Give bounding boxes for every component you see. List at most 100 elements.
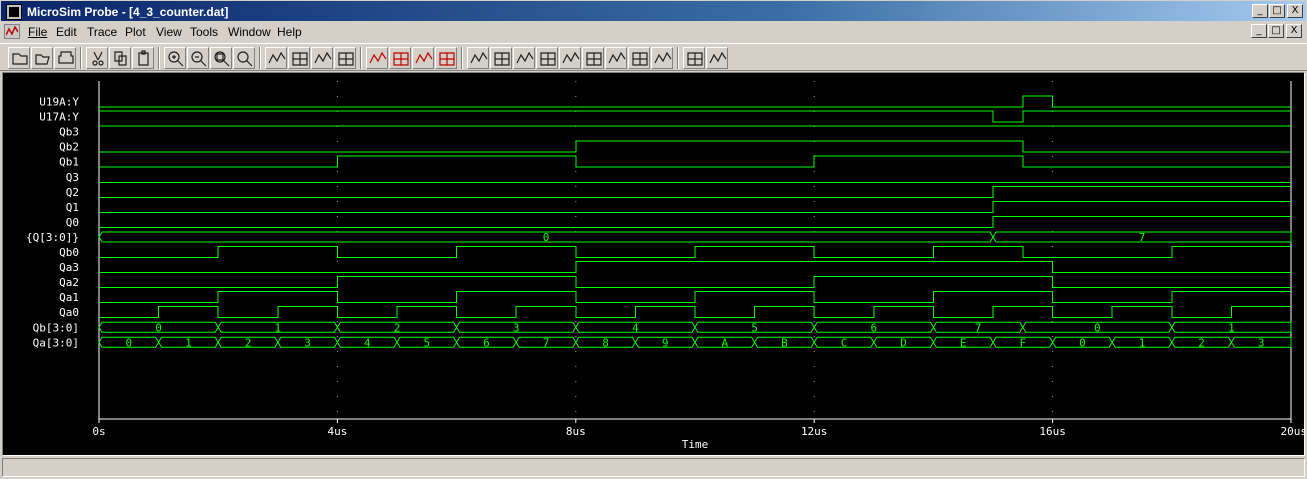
cursor-next-button[interactable] bbox=[628, 47, 650, 69]
copy-button[interactable] bbox=[109, 47, 131, 69]
signal-label[interactable]: Qb0 bbox=[59, 246, 79, 259]
trace-u17a-y[interactable]: U17A:Y bbox=[39, 110, 1291, 124]
menu-window[interactable]: Window bbox=[228, 25, 271, 39]
menu-tools[interactable]: Tools bbox=[190, 25, 218, 39]
menu-plot[interactable]: Plot bbox=[125, 25, 146, 39]
trace-qb1[interactable]: Qb1 bbox=[59, 155, 1291, 169]
signal-label[interactable]: Qb[3:0] bbox=[33, 321, 79, 334]
signal-label[interactable]: Qb1 bbox=[59, 156, 79, 169]
waveform bbox=[99, 215, 1291, 228]
signal-label[interactable]: Q0 bbox=[66, 216, 79, 229]
waveform bbox=[99, 261, 1291, 274]
waveform bbox=[99, 246, 1291, 258]
trace-qa3[interactable]: Qa3 bbox=[59, 261, 1291, 274]
signal-label[interactable]: Q3 bbox=[66, 171, 79, 184]
menu-edit[interactable]: Edit bbox=[56, 25, 77, 39]
signal-label[interactable]: U17A:Y bbox=[39, 111, 79, 124]
cursor-button[interactable] bbox=[435, 47, 457, 69]
trace-qb0[interactable]: Qb0 bbox=[59, 246, 1291, 259]
zoom-fit-icon bbox=[237, 51, 253, 67]
mdi-minimize-button[interactable]: _ bbox=[1251, 24, 1267, 38]
cursor-min-button[interactable] bbox=[536, 47, 558, 69]
trace-qb3[interactable]: Qb3 bbox=[59, 125, 1291, 139]
print-button[interactable] bbox=[54, 47, 76, 69]
trace-q0[interactable]: Q0 bbox=[66, 215, 1291, 229]
trace-qa-3-0[interactable]: Qa[3:0] 0 1 2 3 4 5 6 7 8 9 A B C D E F 0 1 2 3 bbox=[33, 336, 1292, 349]
maximize-button[interactable]: □ bbox=[1269, 4, 1285, 18]
signal-label[interactable]: Qb3 bbox=[59, 126, 79, 139]
open-folder-button[interactable] bbox=[31, 47, 53, 69]
bus-value: 5 bbox=[751, 321, 758, 334]
minimize-button[interactable]: _ bbox=[1252, 4, 1268, 18]
trace-qa2[interactable]: Qa2 bbox=[59, 276, 1291, 289]
signal-label[interactable]: Qa0 bbox=[59, 306, 79, 319]
trace-qa0[interactable]: Qa0 bbox=[59, 306, 1291, 319]
trace-qb2[interactable]: Qb2 bbox=[59, 141, 1291, 154]
add-trace-button[interactable] bbox=[366, 47, 388, 69]
trace-q1[interactable]: Q1 bbox=[66, 200, 1291, 214]
mdi-restore-button[interactable]: □ bbox=[1268, 24, 1284, 38]
trace-q3[interactable]: Q3 bbox=[66, 171, 1291, 184]
table-button[interactable] bbox=[334, 47, 356, 69]
bus-value: 2 bbox=[1198, 336, 1205, 349]
mark-label-button[interactable] bbox=[683, 47, 705, 69]
cursor-slope-button[interactable] bbox=[513, 47, 535, 69]
signal-label[interactable]: Qa1 bbox=[59, 291, 79, 304]
open-file-icon bbox=[12, 53, 28, 65]
performance-button[interactable] bbox=[389, 47, 411, 69]
menu-view[interactable]: View bbox=[156, 25, 182, 39]
mdi-close-button[interactable]: X bbox=[1286, 24, 1302, 38]
toolbar-separator bbox=[677, 47, 679, 69]
cursor-prev-button[interactable] bbox=[651, 47, 673, 69]
cut-icon bbox=[92, 51, 104, 66]
cut-button[interactable] bbox=[86, 47, 108, 69]
marker-button[interactable] bbox=[412, 47, 434, 69]
cursor-search-button[interactable] bbox=[605, 47, 627, 69]
close-button[interactable]: X bbox=[1287, 4, 1303, 18]
toggle-digital-button[interactable] bbox=[265, 47, 287, 69]
signal-label[interactable]: Q2 bbox=[66, 186, 79, 199]
trace-q-3-0[interactable]: {Q[3:0]} 0 7 bbox=[26, 231, 1292, 244]
trace-qa1[interactable]: Qa1 bbox=[59, 291, 1291, 304]
bus-value: 6 bbox=[870, 321, 877, 334]
trace-q2[interactable]: Q2 bbox=[66, 185, 1291, 199]
trace-qb-3-0[interactable]: Qb[3:0] 0 1 2 3 4 5 6 7 0 1 bbox=[33, 321, 1292, 334]
print-icon bbox=[58, 51, 74, 64]
menu-help[interactable]: Help bbox=[277, 25, 302, 39]
cursor-max-button[interactable] bbox=[559, 47, 581, 69]
cursor-point-button[interactable] bbox=[582, 47, 604, 69]
waveform bbox=[99, 95, 1291, 108]
signal-label[interactable]: {Q[3:0]} bbox=[26, 231, 79, 244]
mark-data-button[interactable] bbox=[706, 47, 728, 69]
toolbar-separator bbox=[259, 47, 261, 69]
app-icon[interactable] bbox=[6, 4, 22, 20]
cursor-next-icon bbox=[632, 52, 648, 66]
signal-label[interactable]: Qa[3:0] bbox=[33, 336, 79, 349]
signal-label[interactable]: U19A:Y bbox=[39, 96, 79, 109]
open-file-button[interactable] bbox=[8, 47, 30, 69]
trace-u19a-y[interactable]: U19A:Y bbox=[39, 95, 1291, 109]
menu-file[interactable]: File bbox=[28, 25, 47, 39]
cursor-min-icon bbox=[540, 52, 556, 66]
toggle-digital-icon bbox=[268, 51, 286, 64]
plot-window[interactable]: 0s 4us 8us 12us 16us 20us Time U19A:Y U17A:Y Qb3 Q… bbox=[2, 72, 1305, 456]
signal-label[interactable]: Qa3 bbox=[59, 261, 79, 274]
cursor-max-icon bbox=[562, 51, 580, 64]
zoom-out-button[interactable] bbox=[187, 47, 209, 69]
bus-value: 0 bbox=[1094, 321, 1101, 334]
cursor-peak-button[interactable] bbox=[467, 47, 489, 69]
log-x-button[interactable] bbox=[288, 47, 310, 69]
cursor-trough-button[interactable] bbox=[490, 47, 512, 69]
signal-label[interactable]: Qa2 bbox=[59, 276, 79, 289]
waveform-plot[interactable]: 0s 4us 8us 12us 16us 20us Time U19A:Y U17A:Y Qb3 Q… bbox=[3, 73, 1304, 455]
fourier-button[interactable] bbox=[311, 47, 333, 69]
zoom-area-button[interactable] bbox=[210, 47, 232, 69]
bus-value: 3 bbox=[1258, 336, 1265, 349]
document-icon[interactable] bbox=[4, 24, 20, 39]
zoom-in-button[interactable] bbox=[164, 47, 186, 69]
signal-label[interactable]: Q1 bbox=[66, 201, 79, 214]
signal-label[interactable]: Qb2 bbox=[59, 141, 79, 154]
paste-button[interactable] bbox=[132, 47, 154, 69]
menu-trace[interactable]: Trace bbox=[87, 25, 117, 39]
zoom-fit-button[interactable] bbox=[233, 47, 255, 69]
